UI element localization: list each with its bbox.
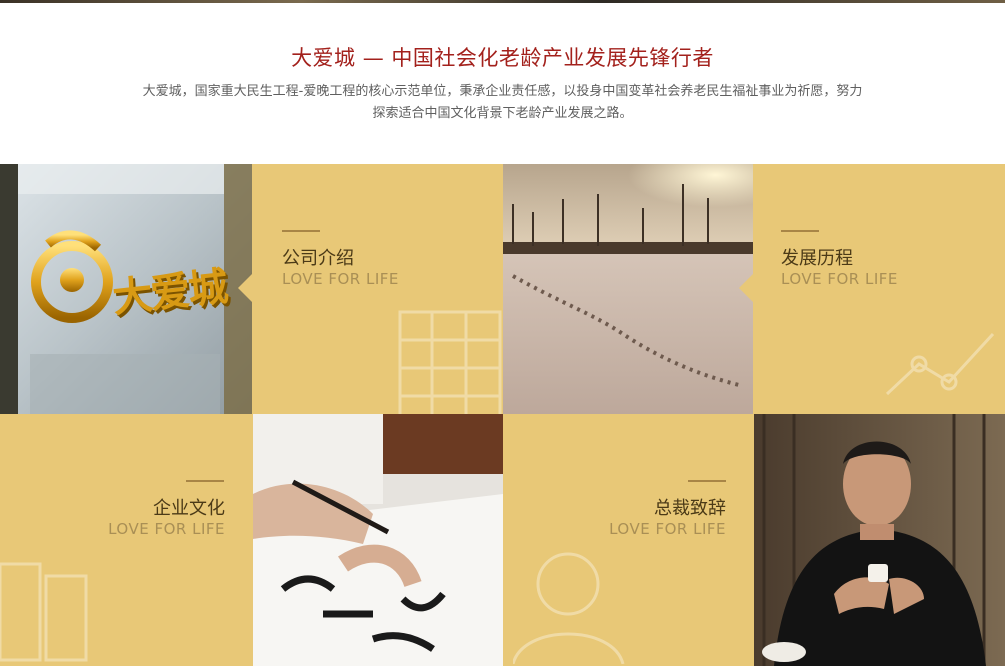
card-title: 公司介绍	[282, 248, 354, 269]
company-intro-card[interactable]: 公司介绍 LOVE FOR LIFE	[252, 164, 503, 414]
card-pointer	[739, 274, 753, 302]
culture-card[interactable]: 企业文化 LOVE FOR LIFE	[0, 414, 253, 666]
card-subtitle: LOVE FOR LIFE	[781, 270, 898, 288]
card-title: 发展历程	[781, 248, 853, 269]
card-pointer	[238, 274, 252, 302]
logo-text: 大爱城	[110, 263, 229, 322]
card-title: 企业文化	[153, 498, 225, 519]
card-subtitle: LOVE FOR LIFE	[108, 520, 225, 538]
intro-section: 大爱城 — 中国社会化老龄产业发展先锋行者 大爱城，国家重大民生工程-爱晚工程的…	[0, 0, 1005, 164]
card-divider	[688, 480, 726, 482]
president-speech-card[interactable]: 总裁致辞 LOVE FOR LIFE	[503, 414, 754, 666]
card-title: 总裁致辞	[654, 498, 726, 519]
line-chart-icon	[885, 332, 995, 396]
president-portrait-image	[754, 414, 1005, 666]
logo-sign-image: 大爱城	[0, 164, 252, 414]
person-icon	[513, 552, 625, 664]
card-divider	[282, 230, 320, 232]
books-icon	[0, 562, 88, 662]
building-icon	[398, 310, 502, 414]
card-divider	[186, 480, 224, 482]
card-subtitle: LOVE FOR LIFE	[609, 520, 726, 538]
page-title: 大爱城 — 中国社会化老龄产业发展先锋行者	[291, 46, 714, 70]
snow-footprints-image	[503, 164, 753, 414]
intro-description: 大爱城，国家重大民生工程-爱晚工程的核心示范单位，秉承企业责任感，以投身中国变革…	[142, 84, 863, 121]
card-subtitle: LOVE FOR LIFE	[282, 270, 399, 288]
history-card[interactable]: 发展历程 LOVE FOR LIFE	[753, 164, 1005, 414]
feature-grid: 大爱城 公司介绍 LOVE FOR LIFE 发展历程 LOVE FOR LIF…	[0, 164, 1005, 666]
card-divider	[781, 230, 819, 232]
calligraphy-image	[253, 414, 503, 666]
